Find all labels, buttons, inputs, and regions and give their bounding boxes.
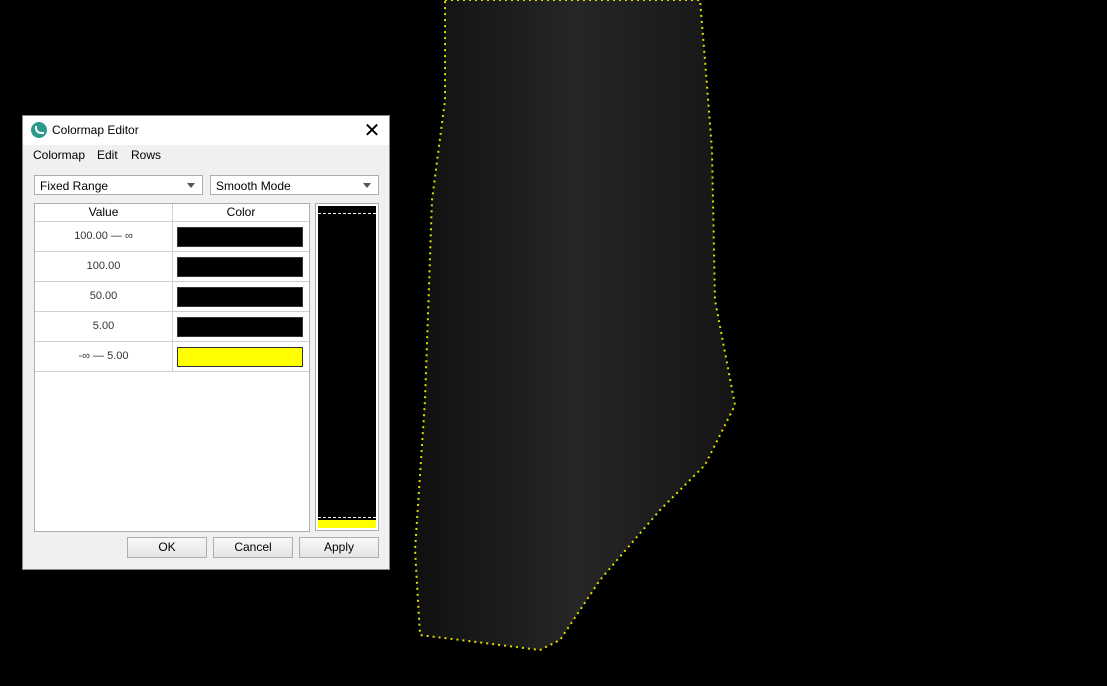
color-swatch[interactable]	[177, 317, 303, 337]
header-value[interactable]: Value	[35, 204, 173, 222]
app-logo-icon	[31, 122, 47, 138]
dialog-title: Colormap Editor	[52, 123, 139, 137]
color-swatch[interactable]	[177, 257, 303, 277]
menu-rows[interactable]: Rows	[131, 148, 161, 162]
color-swatch[interactable]	[177, 287, 303, 307]
colormap-editor-dialog: Colormap Editor ✕ Colormap Edit Rows Fix…	[22, 115, 390, 570]
title-bar: Colormap Editor ✕	[23, 116, 389, 145]
table-row[interactable]: 100.00 — ∞	[35, 222, 309, 252]
cancel-button[interactable]: Cancel	[213, 537, 293, 558]
row-value[interactable]: -∞ — 5.00	[35, 342, 173, 371]
table-row[interactable]: -∞ — 5.00	[35, 342, 309, 372]
row-value[interactable]: 100.00	[35, 252, 173, 281]
row-value[interactable]: 50.00	[35, 282, 173, 311]
menu-edit[interactable]: Edit	[97, 148, 118, 162]
table-row[interactable]: 5.00	[35, 312, 309, 342]
colormap-preview-bar	[315, 203, 379, 531]
table-row[interactable]: 50.00	[35, 282, 309, 312]
menu-colormap[interactable]: Colormap	[33, 148, 85, 162]
close-icon[interactable]: ✕	[361, 118, 383, 143]
range-mode-select[interactable]: Fixed Range	[34, 175, 203, 195]
row-value[interactable]: 5.00	[35, 312, 173, 341]
row-value[interactable]: 100.00 — ∞	[35, 222, 173, 251]
colormap-table: Value Color 100.00 — ∞ 100.00 50.00 5.00 -∞ …	[34, 203, 310, 532]
interpolation-mode-select[interactable]: Smooth Mode	[210, 175, 379, 195]
color-swatch[interactable]	[177, 347, 303, 367]
table-row[interactable]: 100.00	[35, 252, 309, 282]
color-swatch[interactable]	[177, 227, 303, 247]
header-color[interactable]: Color	[173, 204, 309, 222]
menu-bar: Colormap Edit Rows	[23, 145, 389, 164]
ok-button[interactable]: OK	[127, 537, 207, 558]
apply-button[interactable]: Apply	[299, 537, 379, 558]
